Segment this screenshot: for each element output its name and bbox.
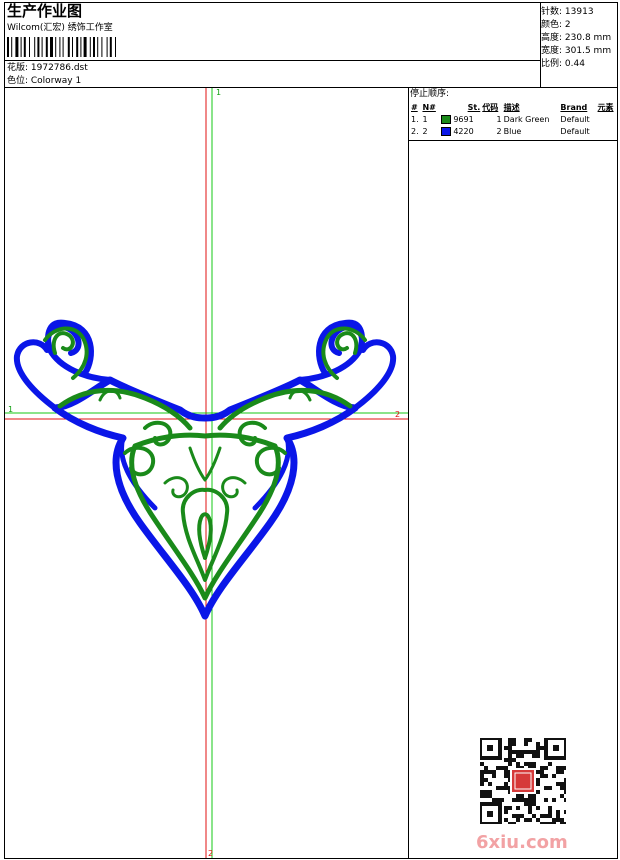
qr-code (480, 738, 566, 824)
page-title: 生产作业图 (7, 2, 83, 20)
colorway-label: 色位: Colorway 1 (7, 76, 82, 86)
col-index: # (411, 102, 418, 112)
stat-scale: 比例: 0.44 (541, 59, 585, 69)
color-sequence-table: # N# St. 代码 描述 Brand 元素 1. 1 9691 1 Dark… (410, 101, 618, 137)
color-swatch-blue (440, 126, 451, 136)
table-row: 2. 2 4220 2 Blue Default (411, 126, 590, 136)
barcode (7, 37, 116, 57)
col-element: 元素 (597, 102, 614, 112)
stat-width: 宽度: 301.5 mm (541, 46, 612, 56)
design-stats: 针数: 13913 颜色: 2 高度: 230.8 mm 宽度: 301.5 m… (541, 4, 619, 69)
stat-height: 高度: 230.8 mm (541, 33, 612, 43)
col-description: 描述 (503, 102, 520, 112)
col-brand: Brand (560, 102, 588, 112)
header-divider (4, 60, 541, 61)
stat-stitches: 针数: 13913 (541, 7, 594, 17)
blue-outline-stitching (13, 319, 397, 620)
color-swatch-green (440, 114, 451, 124)
stop-sequence-title: 停止顺序: (410, 89, 450, 99)
company-name: Wilcom(汇宏) 绣饰工作室 (7, 23, 113, 33)
axis-marker-left: 1 (8, 405, 13, 414)
embroidery-preview: 1 2 1 2 (5, 88, 408, 858)
stat-colors: 颜色: 2 (541, 20, 571, 30)
axis-marker-right: 2 (395, 410, 400, 419)
watermark-text: 6xiu.com (476, 832, 568, 853)
col-code: 代码 (482, 102, 499, 112)
axis-marker-top: 1 (216, 88, 221, 97)
col-needle: N# (422, 102, 436, 112)
axis-marker-bottom: 2 (208, 849, 213, 858)
table-row: 1. 1 9691 1 Dark Green Default (411, 114, 590, 124)
table-header: # N# St. 代码 描述 Brand 元素 (410, 101, 618, 113)
design-file-label: 花版: 1972786.dst (7, 63, 88, 73)
green-fill-stitching (43, 326, 367, 601)
col-stop: St. (467, 102, 481, 112)
